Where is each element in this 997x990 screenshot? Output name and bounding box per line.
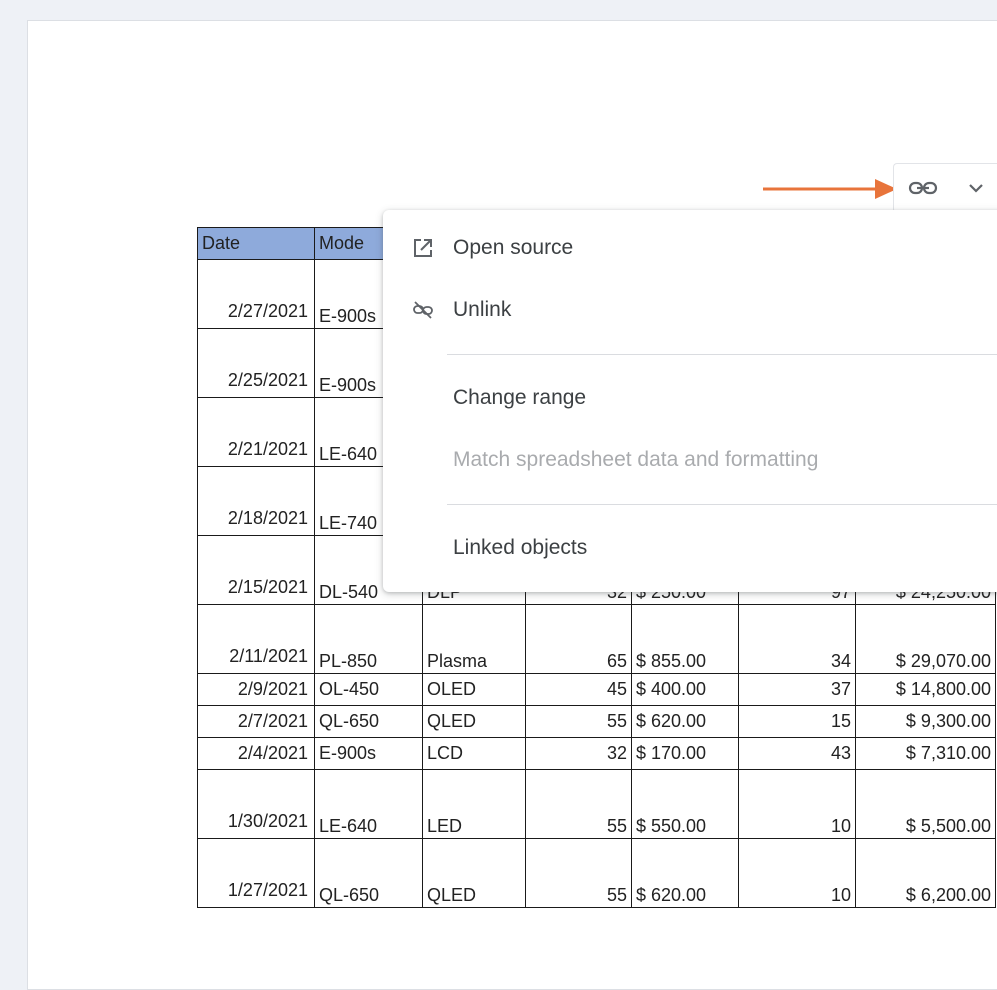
cell-total: $ 14,800.00 — [855, 673, 996, 706]
menu-item-linked-objects[interactable]: Linked objects — [453, 536, 587, 560]
cell-size: 55 — [525, 769, 632, 839]
menu-item-change-range[interactable]: Change range — [453, 386, 586, 410]
annotation-arrow — [763, 179, 897, 199]
cell-total: $ 29,070.00 — [855, 604, 996, 674]
link-icon[interactable] — [908, 178, 938, 198]
cell-date: 2/7/2021 — [197, 705, 315, 738]
cell-total: $ 7,310.00 — [855, 737, 996, 770]
table-row: 1/27/2021 QL-650 QLED 55 $ 620.00 10 $ 6… — [197, 838, 996, 908]
cell-price: $ 170.00 — [631, 737, 739, 770]
cell-model: QL-650 — [314, 838, 423, 908]
cell-date: 2/18/2021 — [197, 466, 315, 536]
cell-date: 2/11/2021 — [197, 604, 315, 674]
table-row: 1/30/2021 LE-640 LED 55 $ 550.00 10 $ 5,… — [197, 769, 996, 839]
cell-date: 2/21/2021 — [197, 397, 315, 467]
table-row: 2/11/2021 PL-850 Plasma 65 $ 855.00 34 $… — [197, 604, 996, 674]
open-external-icon — [414, 239, 432, 257]
cell-model: PL-850 — [314, 604, 423, 674]
cell-qty: 10 — [738, 769, 856, 839]
cell-size: 55 — [525, 838, 632, 908]
table-row: 2/9/2021 OL-450 OLED 45 $ 400.00 37 $ 14… — [197, 673, 996, 706]
unlink-icon — [413, 301, 433, 319]
menu-item-match-formatting: Match spreadsheet data and formatting — [453, 448, 819, 471]
cell-qty: 37 — [738, 673, 856, 706]
link-options-chip[interactable] — [893, 163, 997, 213]
cell-qty: 43 — [738, 737, 856, 770]
menu-item-unlink[interactable]: Unlink — [453, 298, 511, 322]
cell-price: $ 620.00 — [631, 705, 739, 738]
cell-total: $ 9,300.00 — [855, 705, 996, 738]
cell-model: E-900s — [314, 737, 423, 770]
cell-type: QLED — [422, 705, 526, 738]
cell-date: 2/27/2021 — [197, 259, 315, 329]
cell-date: 1/27/2021 — [197, 838, 315, 908]
cell-model: OL-450 — [314, 673, 423, 706]
menu-separator — [447, 354, 997, 355]
cell-size: 45 — [525, 673, 632, 706]
cell-date: 1/30/2021 — [197, 769, 315, 839]
cell-type: LCD — [422, 737, 526, 770]
cell-date: 2/25/2021 — [197, 328, 315, 398]
cell-size: 55 — [525, 705, 632, 738]
table-row: 2/4/2021 E-900s LCD 32 $ 170.00 43 $ 7,3… — [197, 737, 996, 770]
cell-date: 2/15/2021 — [197, 535, 315, 605]
cell-price: $ 400.00 — [631, 673, 739, 706]
header-date: Date — [197, 227, 315, 260]
cell-price: $ 550.00 — [631, 769, 739, 839]
cell-model: LE-640 — [314, 769, 423, 839]
cell-qty: 34 — [738, 604, 856, 674]
cell-type: QLED — [422, 838, 526, 908]
cell-type: OLED — [422, 673, 526, 706]
cell-price: $ 620.00 — [631, 838, 739, 908]
cell-type: Plasma — [422, 604, 526, 674]
table-row: 2/7/2021 QL-650 QLED 55 $ 620.00 15 $ 9,… — [197, 705, 996, 738]
link-options-menu: Open source Unlink Change range Match sp… — [383, 210, 997, 592]
cell-date: 2/9/2021 — [197, 673, 315, 706]
cell-total: $ 6,200.00 — [855, 838, 996, 908]
menu-item-open-source[interactable]: Open source — [453, 236, 573, 260]
menu-separator — [447, 504, 997, 505]
cell-date: 2/4/2021 — [197, 737, 315, 770]
cell-qty: 10 — [738, 838, 856, 908]
cell-size: 32 — [525, 737, 632, 770]
cell-size: 65 — [525, 604, 632, 674]
cell-model: QL-650 — [314, 705, 423, 738]
cell-qty: 15 — [738, 705, 856, 738]
cell-total: $ 5,500.00 — [855, 769, 996, 839]
chevron-down-icon[interactable] — [966, 178, 986, 198]
cell-type: LED — [422, 769, 526, 839]
cell-price: $ 855.00 — [631, 604, 739, 674]
